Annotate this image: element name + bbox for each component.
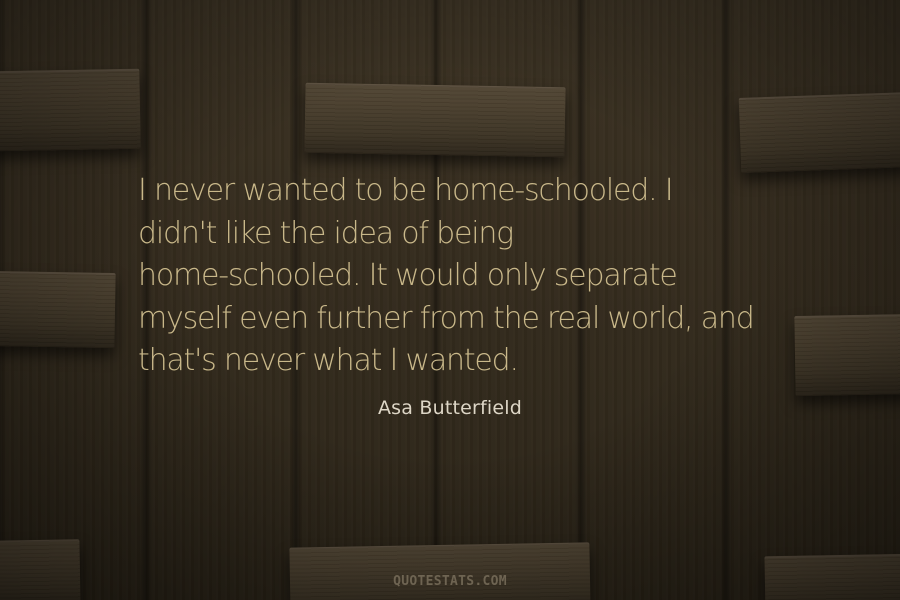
source-watermark: QUOTESTATS.COM <box>393 574 507 589</box>
quote-card: I never wanted to be home-schooled. I di… <box>0 0 900 600</box>
quote-line: didn't like the idea of being <box>138 215 514 251</box>
quote-text: I never wanted to be home-schooled. I di… <box>138 170 818 383</box>
wood-plank <box>0 270 116 349</box>
quote-author[interactable]: Asa Butterfield <box>0 397 900 419</box>
quote-line: home-schooled. It would only separate <box>138 258 678 293</box>
quote-line: myself even further from the real world,… <box>138 300 755 336</box>
wood-plank <box>289 542 591 600</box>
wood-plank <box>0 539 81 600</box>
wood-plank <box>304 82 566 158</box>
quote-line: that's never what I wanted. <box>138 343 519 378</box>
wood-plank <box>738 92 900 173</box>
quote-line: I never wanted to be home-schooled. I <box>138 173 674 208</box>
wood-plank <box>0 68 141 152</box>
